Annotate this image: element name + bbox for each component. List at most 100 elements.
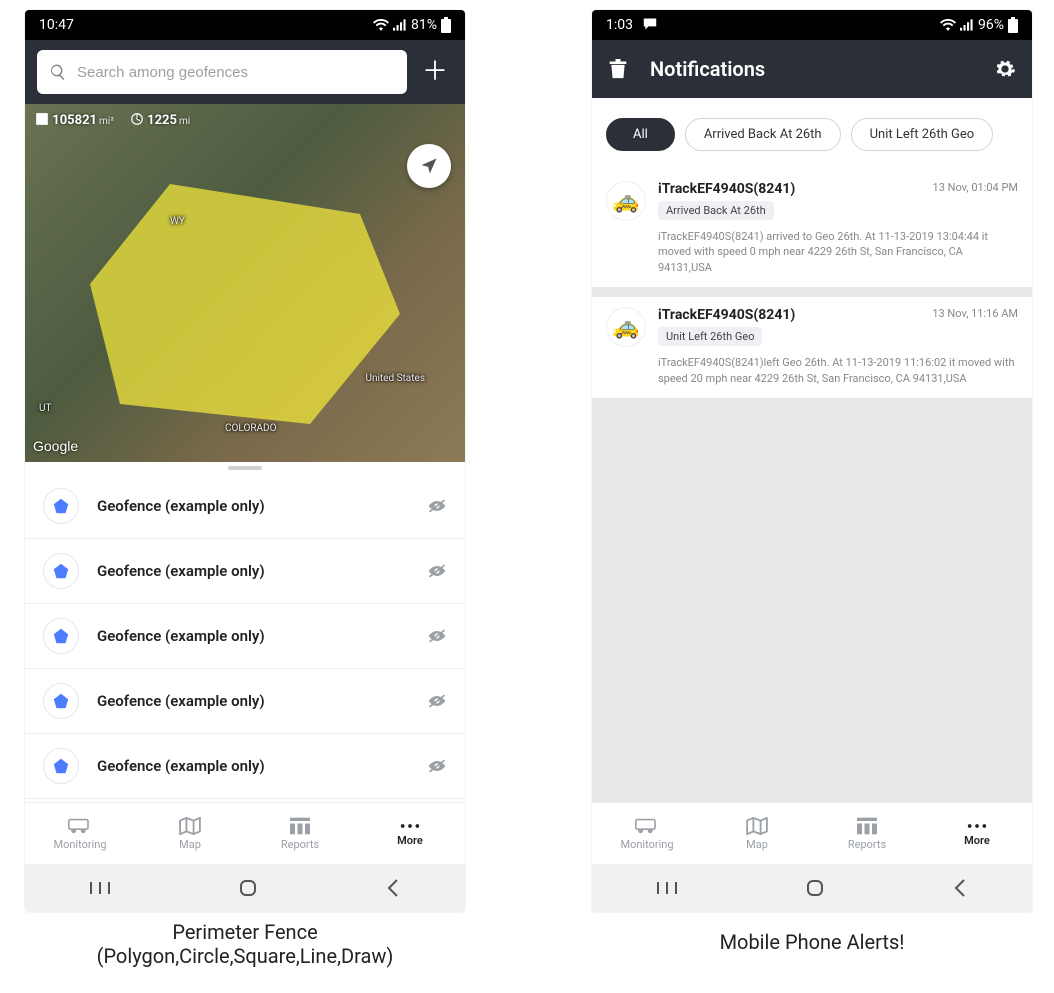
nav-label: Reports [281, 838, 319, 851]
visibility-toggle[interactable] [427, 628, 447, 644]
nav-more[interactable]: More [355, 803, 465, 864]
nav-label: More [397, 834, 423, 847]
perimeter-stat: 1225mi [130, 112, 190, 128]
filter-chip[interactable]: Unit Left 26th Geo [851, 118, 994, 151]
list-item[interactable]: Geofence (example only) [25, 604, 465, 669]
status-time: 1:03 [606, 17, 633, 33]
home-button[interactable] [805, 878, 825, 898]
signal-icon [393, 19, 407, 31]
bottom-nav: Monitoring Map Reports More [592, 802, 1032, 864]
back-button[interactable] [952, 878, 968, 898]
nav-monitoring[interactable]: Monitoring [592, 803, 702, 864]
home-button[interactable] [238, 878, 258, 898]
recents-button[interactable] [89, 880, 111, 896]
map-icon [746, 817, 768, 835]
status-time: 10:47 [39, 17, 74, 33]
map-attribution: Google [33, 438, 78, 454]
nav-label: Map [746, 838, 768, 851]
map-label-us: United States [365, 373, 425, 384]
polygon-icon [43, 488, 79, 524]
notif-title: iTrackEF4940S(8241) [658, 307, 920, 323]
signal-icon [960, 19, 974, 31]
nav-reports[interactable]: Reports [245, 803, 355, 864]
polygon-icon [43, 748, 79, 784]
android-soft-buttons [592, 864, 1032, 912]
recents-button[interactable] [656, 880, 678, 896]
notification-card[interactable]: 🚕iTrackEF4940S(8241)Unit Left 26th Geo13… [592, 297, 1032, 398]
map-label-colorado: COLORADO [225, 423, 276, 434]
polygon-icon [43, 618, 79, 654]
notif-time: 13 Nov, 01:04 PM [933, 181, 1018, 194]
eye-off-icon [427, 498, 447, 514]
status-bar: 10:47 81% [25, 10, 465, 40]
status-battery: 96% [978, 17, 1004, 33]
polygon-icon [43, 553, 79, 589]
bus-icon [635, 817, 659, 835]
notification-list[interactable]: 🚕 iTrackEF4940S(8241) Arrived Back At 26th… [592, 171, 1032, 802]
drag-handle[interactable] [25, 462, 465, 474]
list-item[interactable]: Geofence (example only) [25, 669, 465, 734]
area-stat: 105821mi² [35, 112, 114, 128]
nav-label: Monitoring [53, 838, 106, 851]
list-item[interactable]: Geofence (example only) [25, 474, 465, 539]
back-button[interactable] [385, 878, 401, 898]
header: Notifications [592, 40, 1032, 98]
polygon-icon [43, 683, 79, 719]
notification-card[interactable]: 🚕iTrackEF4940S(8241)Arrived Back At 26th… [592, 171, 1032, 287]
notif-tag: Arrived Back At 26th [658, 201, 774, 220]
status-right: 96% [940, 17, 1018, 33]
visibility-toggle[interactable] [427, 563, 447, 579]
caption-right: Mobile Phone Alerts! [592, 930, 1032, 954]
map-icon [179, 817, 201, 835]
notif-body: iTrackEF4940S(8241)left Geo 26th. At 11-… [606, 355, 1018, 386]
car-icon: 🚕 [606, 307, 646, 347]
map-stats: 105821mi² 1225mi [35, 112, 190, 128]
visibility-toggle[interactable] [427, 498, 447, 514]
nav-label: Map [179, 838, 201, 851]
settings-button[interactable] [994, 58, 1016, 80]
location-arrow-icon [419, 156, 439, 176]
notif-time: 13 Nov, 11:16 AM [932, 307, 1018, 320]
search-input[interactable] [75, 63, 395, 82]
geofence-name: Geofence (example only) [97, 497, 409, 515]
nav-more[interactable]: More [922, 803, 1032, 864]
map-label-wy: WY [170, 216, 185, 227]
map-view[interactable]: 105821mi² 1225mi WY UT COLORADO United S… [25, 104, 465, 462]
visibility-toggle[interactable] [427, 693, 447, 709]
search-icon [49, 63, 67, 81]
more-icon [399, 821, 421, 831]
search-box[interactable] [37, 50, 407, 94]
eye-off-icon [427, 563, 447, 579]
list-item[interactable]: Geofence (example only) [25, 734, 465, 799]
nav-reports[interactable]: Reports [812, 803, 922, 864]
android-soft-buttons [25, 864, 465, 912]
caption-left: Perimeter Fence (Polygon,Circle,Square,L… [25, 920, 465, 968]
delete-button[interactable] [608, 58, 628, 80]
status-left: 1:03 [606, 17, 658, 33]
eye-off-icon [427, 758, 447, 774]
geofence-list: Geofence (example only)Geofence (example… [25, 474, 465, 802]
locate-button[interactable] [407, 144, 451, 188]
add-button[interactable]: ＋ [417, 59, 453, 85]
nav-monitoring[interactable]: Monitoring [25, 803, 135, 864]
more-icon [966, 821, 988, 831]
geofence-name: Geofence (example only) [97, 692, 409, 710]
nav-label: More [964, 834, 990, 847]
eye-off-icon [427, 693, 447, 709]
filter-chip[interactable]: Arrived Back At 26th [685, 118, 841, 151]
filter-chip[interactable]: All [606, 118, 675, 151]
phone-notifications: 1:03 96% Notifications All Arrived Back A… [592, 10, 1032, 912]
gear-icon [994, 58, 1016, 80]
list-item[interactable]: Geofence (example only) [25, 539, 465, 604]
page-title: Notifications [650, 57, 972, 81]
geofence-polygon[interactable] [80, 174, 410, 444]
status-bar: 1:03 96% [592, 10, 1032, 40]
notif-body: iTrackEF4940S(8241) arrived to Geo 26th.… [606, 229, 1018, 275]
reports-icon [857, 817, 877, 835]
reports-icon [290, 817, 310, 835]
nav-map[interactable]: Map [135, 803, 245, 864]
visibility-toggle[interactable] [427, 758, 447, 774]
status-right: 81% [373, 17, 451, 33]
message-icon [642, 17, 658, 31]
nav-map[interactable]: Map [702, 803, 812, 864]
